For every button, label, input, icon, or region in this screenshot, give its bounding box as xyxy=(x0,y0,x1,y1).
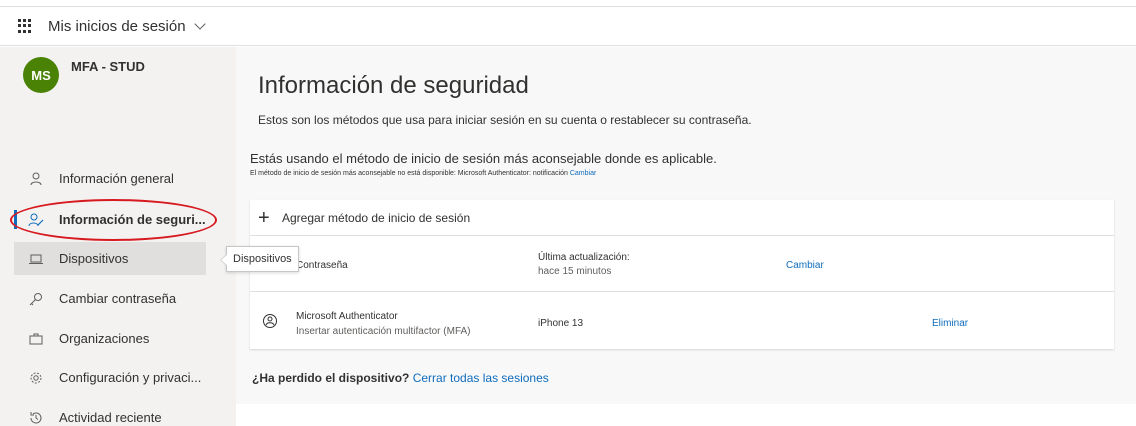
sidebar-item-label: Actividad reciente xyxy=(59,410,162,425)
sign-out-everywhere-link[interactable]: Cerrar todas las sesiones xyxy=(413,371,549,385)
lost-device-line: ¿Ha perdido el dispositivo? Cerrar todas… xyxy=(252,371,549,385)
user-name: MFA - STUD xyxy=(71,59,145,74)
app-title-dropdown[interactable]: Mis inicios de sesión xyxy=(48,17,206,35)
method-row-authenticator: Microsoft Authenticator Insertar autenti… xyxy=(250,292,1114,349)
method-detail-label: Última actualización: xyxy=(538,252,630,263)
lost-device-question: ¿Ha perdido el dispositivo? xyxy=(252,371,410,385)
person-key-icon xyxy=(28,212,44,228)
laptop-icon xyxy=(28,251,44,267)
sidebar-item-label: Información de seguri... xyxy=(59,212,206,227)
history-icon xyxy=(28,410,44,426)
devices-tooltip: Dispositivos xyxy=(220,246,299,272)
gear-icon xyxy=(28,370,44,386)
default-method-status: Estás usando el método de inicio de sesi… xyxy=(250,151,717,166)
page-subtitle: Estos son los métodos que usa para inici… xyxy=(258,113,752,127)
avatar: MS xyxy=(23,57,59,93)
authenticator-icon xyxy=(262,313,278,329)
sidebar-item-label: Información general xyxy=(59,171,174,186)
top-bar: Mis inicios de sesión xyxy=(0,6,1136,46)
default-method-note: El método de inicio de sesión más aconse… xyxy=(250,170,596,177)
method-name: Microsoft Authenticator xyxy=(296,311,398,322)
default-method-note-text: El método de inicio de sesión más aconse… xyxy=(250,170,568,177)
sidebar-item-devices[interactable]: Dispositivos xyxy=(14,242,206,275)
sidebar-item-security-info[interactable]: Información de seguri... xyxy=(14,203,206,236)
add-method-label: Agregar método de inicio de sesión xyxy=(282,210,471,225)
app-title: Mis inicios de sesión xyxy=(48,17,186,35)
sidebar-item-recent-activity[interactable]: Actividad reciente xyxy=(14,401,206,426)
page-title: Información de seguridad xyxy=(258,72,529,99)
method-description: Insertar autenticación multifactor (MFA) xyxy=(296,326,471,337)
method-name: Contraseña xyxy=(296,260,348,271)
sidebar-item-label: Organizaciones xyxy=(59,331,150,346)
person-icon xyxy=(28,171,44,187)
method-detail-value: hace 15 minutos xyxy=(538,266,612,277)
methods-card: + Agregar método de inicio de sesión Con… xyxy=(250,200,1114,349)
sidebar-item-label: Cambiar contraseña xyxy=(59,291,177,306)
delete-authenticator-link[interactable]: Eliminar xyxy=(932,318,968,329)
chevron-down-icon xyxy=(193,18,206,30)
app-launcher-icon[interactable] xyxy=(18,19,32,33)
sidebar-item-overview[interactable]: Información general xyxy=(14,162,206,195)
add-method-button[interactable]: + Agregar método de inicio de sesión xyxy=(250,200,1114,236)
key-icon xyxy=(28,291,44,307)
sidebar-item-settings-privacy[interactable]: Configuración y privaci... xyxy=(14,361,206,394)
sidebar-item-organizations[interactable]: Organizaciones xyxy=(14,322,206,355)
method-detail-value: iPhone 13 xyxy=(538,318,584,329)
sidebar-item-label: Configuración y privaci... xyxy=(59,370,202,385)
change-password-link[interactable]: Cambiar xyxy=(786,260,824,271)
plus-icon: + xyxy=(258,206,270,229)
sidebar-item-change-password[interactable]: Cambiar contraseña xyxy=(14,282,206,315)
briefcase-icon xyxy=(28,331,44,347)
sidebar-item-label: Dispositivos xyxy=(59,251,129,266)
change-default-link[interactable]: Cambiar xyxy=(570,170,596,177)
method-row-password: Contraseña Última actualización: hace 15… xyxy=(250,236,1114,292)
